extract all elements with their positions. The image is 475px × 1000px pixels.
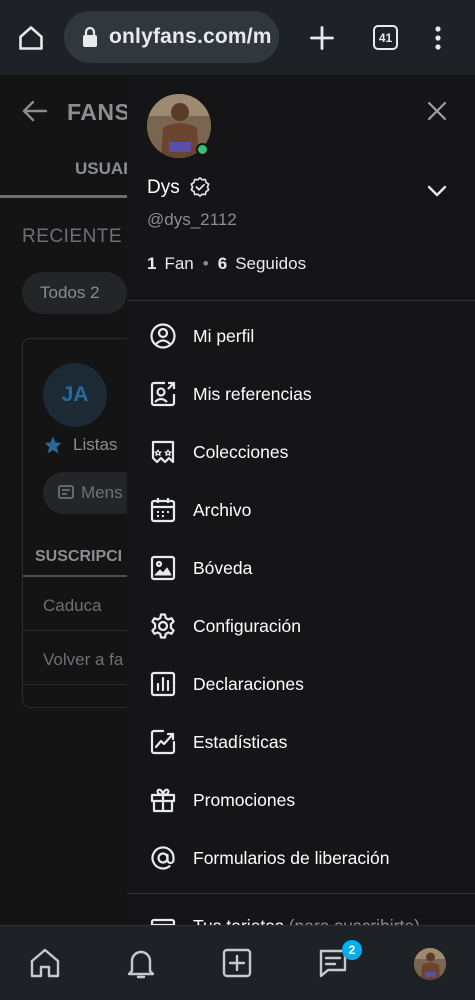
tab-indicator [0, 195, 130, 198]
new-tab-icon[interactable] [308, 24, 336, 52]
expires-row: Caduca [43, 596, 102, 615]
back-arrow-icon[interactable] [22, 99, 48, 123]
menu-item-suffix: (para suscribirte) [289, 916, 420, 925]
menu-item-label: Formularios de liberación [193, 848, 390, 868]
menu-item-label: Tus tarjetas [193, 916, 284, 925]
close-icon[interactable] [425, 99, 449, 123]
chevron-down-icon[interactable] [425, 179, 449, 203]
divider [23, 630, 143, 631]
profile-avatar-button[interactable] [414, 948, 446, 980]
star-icon [44, 436, 62, 454]
following-label[interactable]: Seguidos [235, 254, 306, 274]
display-name: Dys [147, 177, 180, 198]
home-icon[interactable] [28, 946, 62, 980]
online-status-dot [196, 143, 209, 156]
menu-item-release-forms[interactable]: Formularios de liberación [127, 829, 475, 887]
menu-item-label: Mis referencias [193, 384, 312, 404]
drawer-menu: Mi perfil Mis referencias Colecciones Ar… [127, 307, 475, 887]
more-options-icon[interactable] [426, 24, 450, 52]
messages-badge: 2 [342, 940, 362, 960]
menu-item-label: Colecciones [193, 442, 289, 462]
divider [23, 684, 143, 685]
subscriptions-header: SUSCRIPCI [35, 548, 123, 565]
card-icon [150, 918, 176, 925]
filter-chip-all[interactable]: Todos 2 [22, 272, 127, 314]
menu-item-referrals[interactable]: Mis referencias [127, 365, 475, 423]
gift-icon [150, 788, 176, 813]
menu-item-label: Promociones [193, 790, 296, 810]
fan-card: JA Listas Mens SUSCRIPCI Caduca Volver a… [22, 338, 153, 708]
account-drawer: Dys @dys_2112 1 Fan • 6 Seguidos Mi perf… [127, 75, 475, 925]
follow-stats: 1 Fan • 6 Seguidos [147, 254, 306, 274]
gear-icon [151, 613, 175, 639]
menu-item-label: Mi perfil [193, 326, 255, 346]
resubscribe-row[interactable]: Volver a fa [43, 650, 123, 670]
calendar-icon [150, 498, 176, 523]
menu-item-promotions[interactable]: Promociones [127, 771, 475, 829]
divider [127, 300, 475, 301]
menu-item-statistics[interactable]: Estadísticas [127, 713, 475, 771]
menu-item-label: Estadísticas [193, 732, 288, 752]
menu-item-vault[interactable]: Bóveda [127, 539, 475, 597]
referrals-icon [150, 381, 176, 407]
avatar-photo [414, 948, 446, 980]
separator-dot: • [202, 254, 209, 273]
menu-item-statements[interactable]: Declaraciones [127, 655, 475, 713]
lock-icon [83, 26, 97, 47]
vault-icon [150, 555, 176, 581]
menu-item-label: Archivo [193, 500, 252, 520]
divider [127, 893, 475, 894]
tab-count: 41 [378, 30, 393, 45]
message-icon [58, 485, 74, 499]
bottom-navigation: 2 [0, 925, 475, 1000]
fans-label[interactable]: Fan [164, 254, 193, 274]
username-handle: @dys_2112 [147, 210, 237, 229]
fan-avatar[interactable]: JA [43, 363, 107, 427]
browser-toolbar: onlyfans.com/m 41 [0, 0, 475, 75]
menu-item-label: Bóveda [193, 558, 253, 578]
menu-item-collections[interactable]: Colecciones [127, 423, 475, 481]
add-post-icon[interactable] [220, 946, 254, 980]
menu-item-profile[interactable]: Mi perfil [127, 307, 475, 365]
profile-icon [150, 323, 176, 349]
menu-item-label: Configuración [193, 616, 301, 636]
menu-item-settings[interactable]: Configuración [127, 597, 475, 655]
collections-icon [151, 440, 175, 464]
fans-count: 1 [147, 254, 157, 273]
at-icon [151, 846, 175, 870]
menu-item-cards[interactable]: Tus tarjetas (para suscribirte) [193, 916, 420, 925]
bell-icon[interactable] [124, 946, 158, 980]
section-heading: RECIENTE [22, 226, 123, 247]
divider [23, 575, 143, 577]
message-button-label: Mens [81, 483, 123, 502]
menu-item-archive[interactable]: Archivo [127, 481, 475, 539]
following-count: 6 [217, 254, 228, 273]
home-icon[interactable] [17, 24, 45, 52]
statistics-icon [150, 729, 176, 755]
statements-icon [150, 671, 176, 697]
verified-icon [190, 177, 210, 197]
menu-item-label: Declaraciones [193, 674, 304, 694]
background-title: FANS [67, 99, 131, 125]
tab-switcher-button[interactable]: 41 [373, 25, 398, 50]
url-text: onlyfans.com/m [109, 25, 272, 48]
lists-link[interactable]: Listas [73, 435, 117, 455]
address-bar[interactable]: onlyfans.com/m [64, 11, 279, 63]
